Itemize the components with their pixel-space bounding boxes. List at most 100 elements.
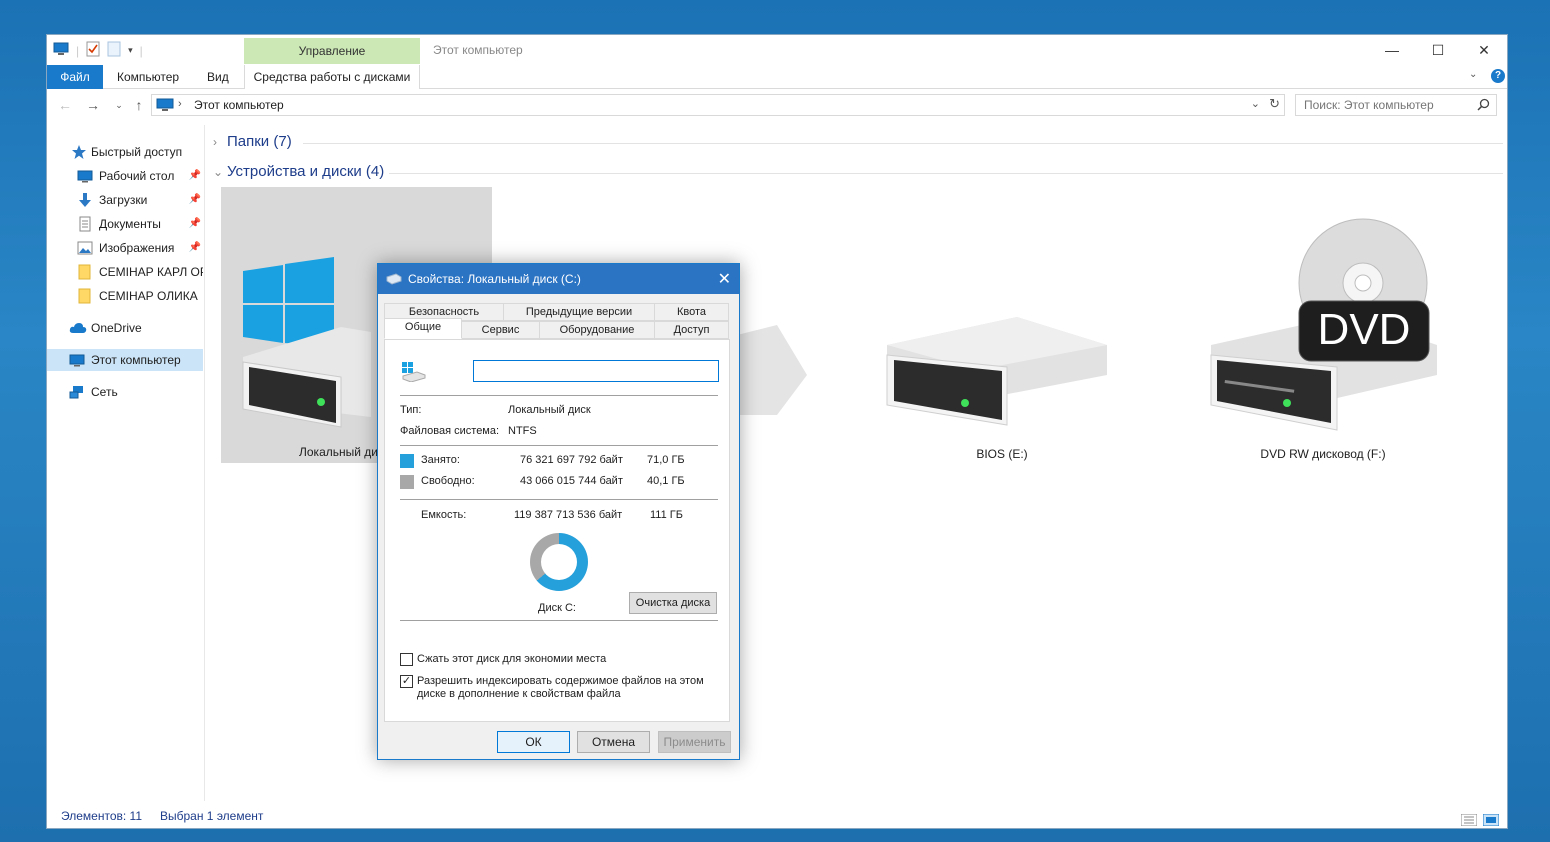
status-bar: Элементов: 11 Выбран 1 элемент (47, 804, 1507, 828)
address-bar[interactable]: › Этот компьютер ⌄ ↻ (151, 94, 1285, 116)
index-checkbox[interactable]: ✓ (400, 675, 413, 688)
tab-view[interactable]: Вид (197, 65, 239, 89)
ok-button[interactable]: ОК (497, 731, 570, 753)
pin-icon[interactable]: 📌 (189, 189, 201, 211)
drive-tile-e[interactable]: BIOS (E:) (877, 305, 1127, 475)
large-icons-view-icon[interactable] (1482, 810, 1500, 834)
navigation-row: ← → ⌄ ↑ › Этот компьютер ⌄ ↻ (47, 93, 1507, 119)
tab-previous-versions[interactable]: Предыдущие версии (503, 303, 655, 321)
group-devices[interactable]: ⌄ Устройства и диски (4) (213, 163, 1503, 180)
nav-label: Загрузки (99, 193, 148, 207)
nav-desktop[interactable]: Рабочий стол 📌 (47, 165, 203, 187)
quick-access-toolbar: | ▾ | (53, 41, 143, 60)
nav-documents[interactable]: Документы 📌 (47, 213, 203, 235)
close-icon[interactable]: ✕ (718, 269, 731, 289)
disk-cleanup-button[interactable]: Очистка диска (629, 592, 717, 614)
search-icon[interactable] (1477, 98, 1490, 114)
forward-arrow-icon[interactable]: → (83, 95, 103, 115)
disk-usage-donut (530, 533, 588, 591)
used-label: Занято: (421, 454, 460, 466)
folder-icon (77, 288, 93, 304)
details-view-icon[interactable] (1460, 810, 1478, 834)
dialog-title-bar: Свойства: Локальный диск (C:) ✕ (378, 264, 739, 294)
apply-button[interactable]: Применить (658, 731, 731, 753)
pin-icon[interactable]: 📌 (189, 213, 201, 235)
tab-computer[interactable]: Компьютер (107, 65, 189, 89)
refresh-icon[interactable]: ↻ (1269, 96, 1280, 112)
group-folders[interactable]: › Папки (7) (213, 133, 1503, 150)
drive-name-input[interactable] (473, 360, 719, 382)
nav-folder-seminar-karl[interactable]: СЕМІНАР КАРЛ ОР (47, 261, 203, 283)
document-icon (77, 216, 93, 232)
manage-context-tab[interactable]: Управление (244, 38, 420, 64)
breadcrumb-chevron-icon[interactable]: › (178, 98, 182, 110)
drive-name: BIOS (E:) (976, 447, 1028, 461)
drive-name: DVD RW дисковод (F:) (1260, 447, 1386, 461)
breadcrumb[interactable]: Этот компьютер (194, 98, 284, 112)
tab-hardware[interactable]: Оборудование (539, 321, 655, 339)
chevron-right-icon[interactable]: › (213, 135, 227, 149)
tab-quota[interactable]: Квота (654, 303, 729, 321)
new-folder-icon[interactable] (107, 41, 121, 60)
filesystem-label: Файловая система: (400, 425, 500, 437)
maximize-button[interactable]: ☐ (1415, 37, 1461, 63)
compress-checkbox[interactable] (400, 653, 413, 666)
nav-folder-seminar-olika[interactable]: СЕМІНАР ОЛИКА (47, 285, 203, 307)
address-dropdown-icon[interactable]: ⌄ (1251, 97, 1260, 110)
minimize-button[interactable]: — (1369, 37, 1415, 63)
pin-icon[interactable]: 📌 (189, 165, 201, 187)
search-input[interactable] (1296, 95, 1466, 115)
nav-network[interactable]: Сеть (47, 381, 203, 403)
properties-icon[interactable] (86, 41, 100, 60)
drive-icon (386, 273, 402, 288)
capacity-bytes: 119 387 713 536 байт (514, 509, 623, 521)
nav-this-pc[interactable]: Этот компьютер (47, 349, 203, 371)
tab-sharing[interactable]: Доступ (654, 321, 729, 339)
drive-tile-f[interactable]: DVD DVD RW дисковод (F:) (1197, 215, 1449, 475)
cancel-button[interactable]: Отмена (577, 731, 650, 753)
tab-disk-tools[interactable]: Средства работы с дисками (244, 65, 420, 89)
network-icon (69, 384, 85, 400)
picture-icon (77, 240, 93, 256)
nav-downloads[interactable]: Загрузки 📌 (47, 189, 203, 211)
nav-label: Этот компьютер (91, 353, 181, 367)
nav-label: Сеть (91, 385, 118, 399)
customize-toolbar-icon[interactable]: ▾ (128, 45, 133, 56)
capacity-label: Емкость: (421, 509, 467, 521)
group-divider (389, 173, 1503, 174)
filesystem-value: NTFS (508, 425, 537, 437)
disk-label: Диск C: (538, 602, 576, 614)
nav-label: СЕМІНАР КАРЛ ОР (99, 265, 203, 279)
type-value: Локальный диск (508, 404, 591, 416)
dvd-label: DVD (1317, 305, 1411, 354)
divider (400, 395, 718, 396)
nav-quick-access[interactable]: Быстрый доступ (47, 141, 203, 163)
nav-pictures[interactable]: Изображения 📌 (47, 237, 203, 259)
pin-icon[interactable]: 📌 (189, 237, 201, 259)
chevron-down-icon[interactable]: ⌄ (213, 165, 227, 179)
divider (400, 499, 718, 500)
search-box[interactable] (1295, 94, 1497, 116)
group-title: Папки (7) (227, 133, 292, 150)
recent-locations-icon[interactable]: ⌄ (109, 95, 129, 115)
nav-onedrive[interactable]: OneDrive (47, 317, 203, 339)
ribbon-tabs: Файл Компьютер Вид Средства работы с дис… (47, 65, 1507, 89)
close-button[interactable]: ✕ (1461, 37, 1507, 63)
up-arrow-icon[interactable]: ↑ (129, 95, 149, 115)
windows-drive-icon (401, 362, 427, 385)
ribbon-expand-icon[interactable]: ⌄ (1469, 69, 1477, 80)
computer-icon (69, 352, 85, 368)
star-icon (71, 144, 87, 160)
hard-drive-icon[interactable] (737, 325, 807, 415)
index-label-line-2: диске в дополнение к свойствам файла (417, 688, 621, 700)
navigation-pane: Быстрый доступ Рабочий стол 📌 Загрузки 📌… (47, 125, 205, 801)
tab-general[interactable]: Общие (384, 318, 462, 339)
back-arrow-icon[interactable]: ← (55, 95, 75, 115)
computer-icon[interactable] (53, 42, 69, 59)
help-icon[interactable]: ? (1491, 69, 1505, 83)
status-selected: Выбран 1 элемент (160, 809, 264, 823)
tab-file[interactable]: Файл (47, 65, 103, 89)
tab-service[interactable]: Сервис (461, 321, 540, 339)
used-space-swatch (400, 454, 414, 468)
index-label-line-1: Разрешить индексировать содержимое файло… (417, 675, 704, 687)
